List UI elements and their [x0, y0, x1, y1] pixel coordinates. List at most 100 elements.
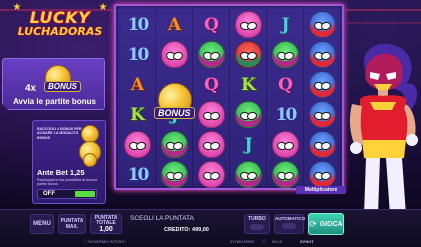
play-label: GIOCA: [319, 220, 343, 228]
card-symbol-k: K: [241, 74, 256, 95]
spin-icon: ⟳: [309, 218, 317, 229]
mask-green-symbol: [156, 129, 193, 160]
card-symbol-q: Q: [204, 74, 219, 95]
card-symbol: 10: [119, 9, 156, 40]
bonus-panel-text: Avvia le partite bonus: [13, 97, 96, 106]
ante-info-text: RACCOGLI 4 BONUS PER AVVIARE LA MODALITÀ…: [37, 127, 82, 140]
card-symbol-q: Q: [204, 14, 219, 35]
mask-pink-icon: [198, 161, 225, 188]
play-button[interactable]: ⟳ GIOCA: [308, 213, 344, 235]
reel-column: J Q 10: [267, 6, 304, 192]
mask-pink-icon: [198, 101, 225, 128]
coin-icon: [83, 153, 97, 167]
credit-display: CREDITO: 499,00: [164, 227, 209, 233]
reel-grid: JQ10KJQQAJ1010AK10 BONUS: [114, 4, 344, 190]
ante-bet-toggle[interactable]: OFF: [37, 189, 97, 199]
mask-pink-symbol: [193, 159, 230, 190]
mask-green-icon: [272, 161, 299, 188]
luchadora-character: [349, 43, 418, 215]
autoplay-label: AUTOMATICO: [275, 216, 306, 221]
menu-button-label: MENU: [33, 221, 51, 227]
autoplay-button[interactable]: AUTOMATICO: [274, 214, 306, 234]
bonus-info-panel: 4x BONUS Avvia le partite bonus: [2, 58, 105, 110]
clock-display: 08:15: [272, 239, 283, 244]
card-symbol-k: K: [130, 104, 145, 125]
card-symbol: K: [119, 99, 156, 130]
card-symbol-a: A: [130, 74, 145, 95]
card-symbol-10: 10: [127, 164, 150, 185]
star-icon: ★: [98, 2, 108, 13]
mask-pink-symbol: [230, 9, 267, 40]
fullscreen-toggle[interactable]: ⛶ SCHERMO INTERO: [84, 239, 125, 244]
mask-blue-symbol: [304, 129, 341, 160]
card-symbol-j: J: [244, 134, 253, 155]
mask-pink-symbol: [193, 129, 230, 160]
mask-green-symbol: [230, 159, 267, 190]
card-symbol-j: J: [281, 14, 290, 35]
turbo-button[interactable]: TURBO: [244, 214, 270, 234]
mask-pink-symbol: [267, 129, 304, 160]
reel-column: 10 10 A K 10: [119, 6, 156, 192]
fullscreen-icon: ⛶: [84, 239, 87, 244]
credit-value: 499,00: [192, 227, 209, 233]
logo-subtitle: LUCHADORAS: [17, 25, 103, 38]
turbo-label: TURBO: [248, 216, 266, 222]
mask-blue-icon: [309, 131, 336, 158]
mask-green-symbol: [267, 39, 304, 70]
card-symbol-a: A: [167, 14, 182, 35]
reel-column: [304, 6, 341, 192]
ante-bet-panel: RACCOGLI 4 BONUS PER AVVIARE LA MODALITÀ…: [32, 120, 106, 204]
card-symbol: 10: [119, 39, 156, 70]
mask-pink-icon: [272, 131, 299, 158]
game-scene: ★ ★ LUCKY LUCHADORAS 4x BONUS Avvia le p…: [0, 0, 421, 247]
credit-label: CREDITO:: [164, 227, 191, 233]
bet-selector[interactable]: SCEGLI LA PUNTATA CREDITO: 499,00: [128, 213, 238, 237]
brand-logo: SYNOT: [300, 239, 314, 244]
card-symbol-10: 10: [127, 44, 150, 65]
mask-red-icon: [235, 41, 262, 68]
mask-pink-symbol: [156, 39, 193, 70]
mask-blue-symbol: [304, 99, 341, 130]
mask-green-symbol: [193, 39, 230, 70]
arena-rope: [346, 9, 421, 11]
mask-pink-icon: [235, 11, 262, 38]
mask-green-icon: [235, 161, 262, 188]
autoplay-toggle: [282, 223, 296, 229]
mask-green-icon: [161, 161, 188, 188]
card-symbol: Q: [193, 9, 230, 40]
toggle-knob: [75, 191, 95, 197]
mask-green-icon: [161, 131, 188, 158]
multiplier-label: Moltiplicatore: [296, 186, 346, 194]
mask-blue-icon: [309, 71, 336, 98]
mask-green-symbol: [156, 159, 193, 190]
card-symbol: 10: [119, 159, 156, 190]
bonus-symbol: BONUS: [152, 83, 200, 123]
total-bet-label: PUNTATA TOTALE: [94, 215, 118, 226]
mask-green-icon: [235, 101, 262, 128]
turbo-toggle: [250, 224, 264, 230]
mask-pink-icon: [161, 41, 188, 68]
game-logo: ★ ★ LUCKY LUCHADORAS: [6, 2, 114, 54]
menu-button[interactable]: MENU: [30, 214, 54, 234]
choose-bet-label: SCEGLI LA PUNTATA: [130, 215, 194, 222]
card-symbol-10: 10: [275, 104, 298, 125]
card-symbol-10: 10: [127, 14, 150, 35]
mask-blue-symbol: [304, 9, 341, 40]
mask-green-icon: [272, 41, 299, 68]
card-symbol: K: [230, 69, 267, 100]
mask-blue-icon: [309, 161, 336, 188]
card-symbol: A: [119, 69, 156, 100]
ante-bet-title: Ante Bet 1,25: [37, 168, 85, 177]
mask-blue-icon: [309, 41, 336, 68]
bonus-symbol-label: BONUS: [154, 107, 195, 119]
card-symbol: J: [230, 129, 267, 160]
mask-blue-symbol: [304, 69, 341, 100]
total-bet-display[interactable]: PUNTATA TOTALE 1,00: [90, 214, 122, 234]
reel-column: KJ: [230, 6, 267, 192]
fullscreen-label: SCHERMO INTERO: [87, 239, 125, 244]
bet-max-button[interactable]: PUNTATA MAX.: [58, 214, 86, 234]
mask-pink-symbol: [119, 129, 156, 160]
info-icon[interactable]: ⓘ: [262, 239, 266, 245]
toggle-label: OFF: [43, 191, 55, 197]
mask-green-icon: [198, 41, 225, 68]
